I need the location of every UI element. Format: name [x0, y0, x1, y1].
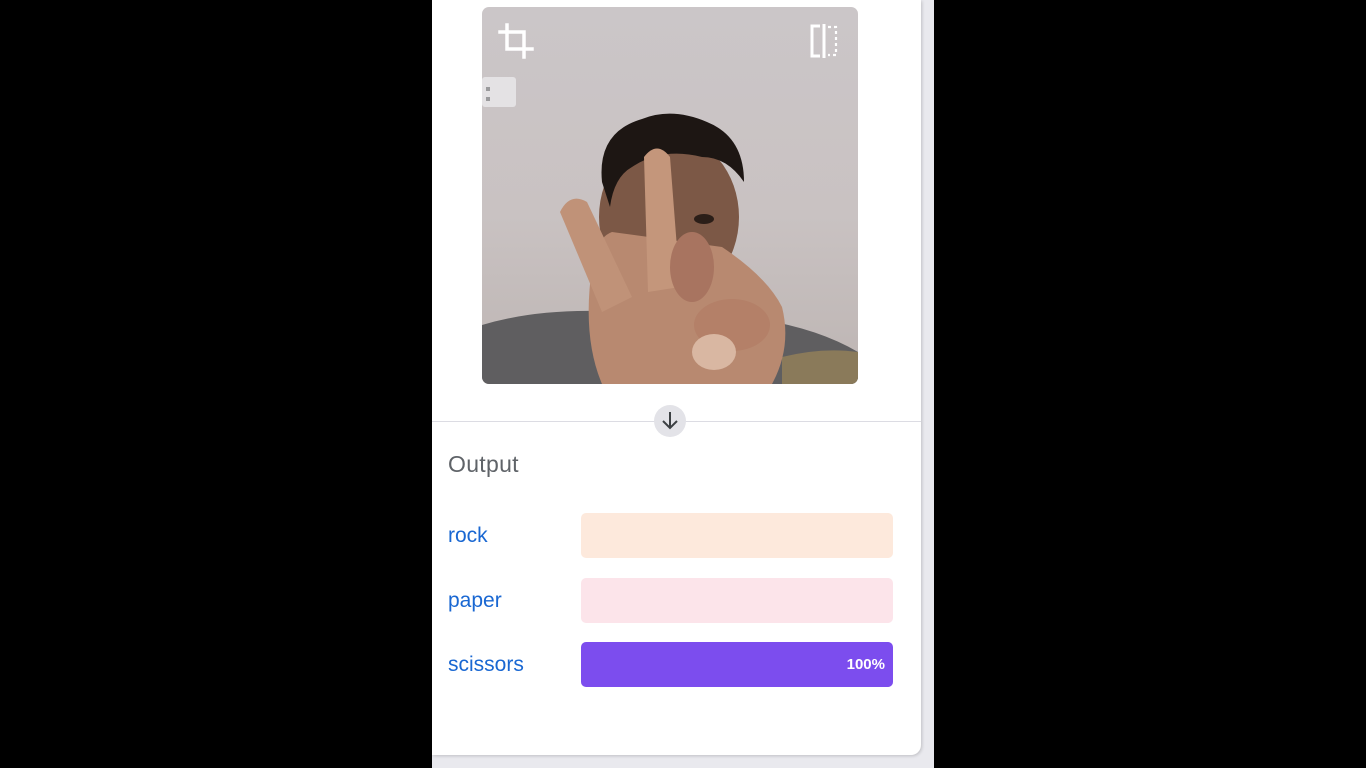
confidence-bar [581, 578, 893, 623]
flip-horizontal-icon [810, 24, 838, 58]
crop-button[interactable] [496, 21, 536, 61]
crop-icon [498, 23, 534, 59]
webcam-image [482, 77, 858, 384]
webcam-preview [482, 7, 858, 384]
confidence-percent: 100% [846, 656, 885, 673]
class-row-paper: paper [448, 578, 894, 623]
confidence-bar: 100% [581, 642, 893, 687]
class-row-scissors: scissors 100% [448, 642, 894, 687]
flip-button[interactable] [804, 21, 844, 61]
class-row-rock: rock [448, 513, 894, 558]
model-preview-card: Output rock paper scissors 100% [432, 0, 921, 755]
class-label: rock [448, 524, 488, 547]
class-label: scissors [448, 653, 524, 676]
class-label: paper [448, 589, 502, 612]
arrow-down-icon [654, 405, 686, 437]
output-title: Output [448, 451, 519, 477]
confidence-bar [581, 513, 893, 558]
